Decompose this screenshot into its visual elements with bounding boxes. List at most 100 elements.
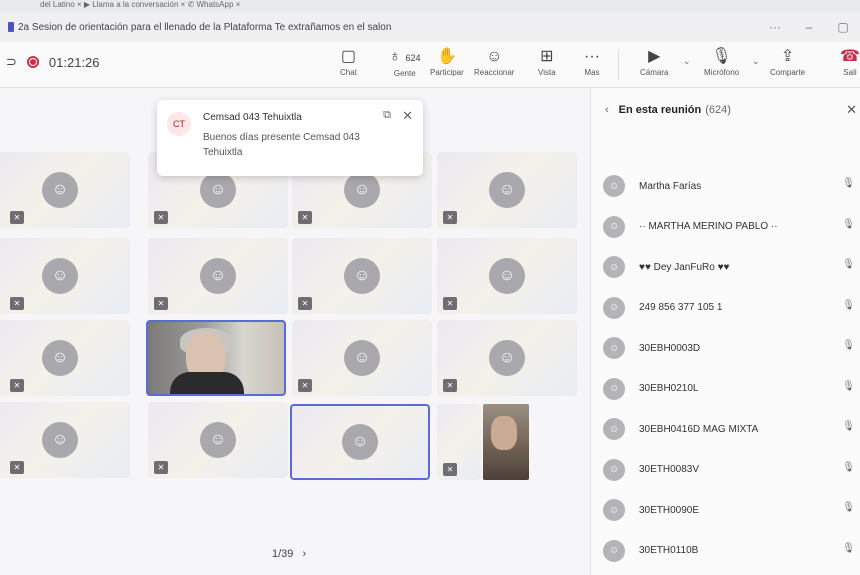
camera-options-chevron-icon[interactable]: ⌄ [683, 56, 691, 67]
chat-notification[interactable]: CT Cemsad 043 Tehuixtla Buenos días pres… [157, 100, 423, 176]
mic-off-icon: ✕ [298, 379, 312, 392]
app-icon [8, 22, 14, 32]
participant-count: (624) [705, 104, 731, 116]
participant-row[interactable]: ☺ 30EBH0210L 🎙 [591, 369, 860, 410]
mic-off-icon: 🎙 [842, 542, 855, 554]
participant-tile[interactable]: ☺ [290, 404, 430, 480]
participant-row[interactable]: ☺ 30EBH0416D MAG MIXTA 🎙 [591, 409, 860, 450]
participant-name: 30ETH0110B [639, 545, 699, 557]
toolbar-divider [618, 50, 619, 80]
grid-icon: ⊞ [540, 48, 554, 65]
mic-off-icon: 🎙 [842, 218, 855, 230]
ellipsis-icon: ··· [584, 48, 600, 65]
participant-row[interactable]: ☺ ♥♥ Dey JanFuRo ♥♥ 🎙 [591, 247, 860, 288]
participant-row[interactable]: ☺ Martha Farías 🎙 [591, 166, 860, 207]
mic-off-icon: 🎙 [842, 502, 855, 513]
participant-tile[interactable]: ☺ ✕ [437, 238, 577, 314]
meeting-title: 2a Sesion de orientación para el llenado… [18, 21, 392, 33]
maximize-icon[interactable]: ▢ [826, 20, 860, 34]
participant-name: 30ETH0083V [639, 464, 700, 476]
browser-tab-strip[interactable]: del Latino × ▶ Llama a la conversación ×… [0, 0, 860, 12]
participant-row[interactable]: ☺ 30ETH0090E 🎙 [591, 490, 860, 531]
next-page-icon[interactable]: › [302, 548, 306, 560]
person-icon: ☺ [489, 172, 525, 208]
participant-tile[interactable]: ☺ ✕ [292, 320, 432, 396]
view-label: Vista [538, 68, 556, 77]
participant-tile[interactable]: ☺ ✕ [0, 152, 130, 228]
participant-tile[interactable]: ✕ [437, 404, 481, 480]
notification-message: Buenos días presente Cemsad 043 Tehuixtl… [203, 132, 360, 158]
mic-off-icon: ✕ [443, 463, 457, 476]
person-icon: ☺ [489, 340, 525, 376]
participant-tile[interactable]: ☺ ✕ [0, 402, 130, 478]
participant-name: 30EBH0416D MAG MIXTA [639, 423, 759, 435]
raise-hand-button[interactable]: ✋ Participar [430, 46, 464, 77]
more-label: Mas [584, 68, 600, 77]
more-window-icon[interactable]: ··· [758, 20, 792, 34]
participant-row[interactable]: ☺ 249 856 377 105 1 🎙 [591, 288, 860, 329]
back-icon[interactable]: ‹ [605, 104, 609, 116]
mic-off-icon: ✕ [443, 297, 457, 310]
close-icon[interactable]: ✕ [402, 108, 413, 124]
person-icon: ☺ [603, 418, 625, 441]
people-button[interactable]: ♁ 624 Gente [389, 46, 420, 78]
mic-off-icon: 🎙 [842, 380, 855, 392]
mic-button[interactable]: 🎙 Micrófono [704, 46, 739, 77]
active-video-tile[interactable] [146, 320, 286, 396]
video-person-body [170, 372, 244, 394]
person-icon: ☺ [489, 258, 525, 294]
participants-panel: ‹ En esta reunión (624) ✕ ☺ Martha Farías… [590, 88, 860, 575]
react-button[interactable]: ☺ Reaccionar [474, 46, 514, 77]
person-icon: ☺ [344, 340, 380, 376]
participant-tile[interactable]: ☺ ✕ [0, 238, 130, 314]
minimize-icon[interactable]: – [792, 20, 826, 34]
mic-off-icon: ✕ [10, 461, 24, 474]
close-panel-icon[interactable]: ✕ [846, 102, 857, 118]
mic-off-icon: 🎙 [842, 340, 855, 351]
participant-tile[interactable]: ☺ ✕ [292, 238, 432, 314]
person-icon: ☺ [42, 340, 78, 376]
pane-toggle-icon[interactable]: ⊃ [6, 54, 17, 70]
mic-off-icon: ✕ [298, 297, 312, 310]
more-button[interactable]: ··· Mas [584, 46, 600, 77]
person-icon: ☺ [603, 458, 625, 481]
chat-icon: ▢ [340, 48, 357, 65]
participant-row[interactable]: ☺ 30ETH0110B 🎙 [591, 531, 860, 572]
share-button[interactable]: ⇪ Comparte [770, 46, 805, 77]
camera-button[interactable]: ▶ Cámara [640, 46, 668, 77]
participant-row[interactable]: ☺ ·· MARTHA MERINO PABLO ·· 🎙 [591, 207, 860, 248]
mic-off-icon: ✕ [10, 211, 24, 224]
mic-off-icon: 🎙 [842, 421, 855, 432]
hand-icon: ✋ [436, 48, 457, 65]
reply-icon[interactable]: ⧉ [383, 109, 391, 122]
mic-off-icon: 🎙 [711, 48, 732, 65]
participant-tile[interactable]: ☺ ✕ [148, 402, 288, 478]
teams-meeting-window: del Latino × ▶ Llama a la conversación ×… [0, 0, 860, 575]
participant-row[interactable]: ☺ 30ETH0083V 🎙 [591, 450, 860, 491]
mic-off-icon: 🎙 [842, 299, 855, 311]
meeting-status: ⊃ 01:21:26 [6, 54, 100, 70]
notification-sender: Cemsad 043 Tehuixtla [203, 112, 302, 123]
participant-tile[interactable]: ☺ ✕ [437, 320, 577, 396]
person-icon: ☺ [603, 337, 625, 360]
leave-button[interactable]: ☎ Sali [840, 46, 860, 77]
participant-tile[interactable]: ☺ ✕ [148, 238, 288, 314]
participant-tile[interactable]: ☺ ✕ [0, 320, 130, 396]
participant-name: ·· MARTHA MERINO PABLO ·· [639, 221, 778, 233]
participant-name: Martha Farías [639, 180, 702, 192]
share-label: Comparte [770, 68, 806, 77]
person-icon: ☺ [603, 175, 625, 198]
react-label: Reaccionar [474, 68, 515, 77]
view-button[interactable]: ⊞ Vista [538, 46, 556, 77]
chat-button[interactable]: ▢ Chat [340, 46, 357, 77]
participant-name: 30EBH0003D [639, 342, 701, 354]
leave-label: Sali [843, 68, 857, 77]
participant-tile[interactable]: ☺ ✕ [437, 152, 577, 228]
participant-row[interactable]: ☺ 30EBH0003D 🎙 [591, 328, 860, 369]
person-icon: ☺ [42, 422, 78, 458]
camera-off-icon: ▶ [648, 48, 661, 65]
person-icon: ☺ [200, 258, 236, 294]
mic-options-chevron-icon[interactable]: ⌄ [752, 56, 760, 67]
video-thumbnail[interactable] [483, 404, 529, 480]
mic-off-icon: ✕ [443, 379, 457, 392]
